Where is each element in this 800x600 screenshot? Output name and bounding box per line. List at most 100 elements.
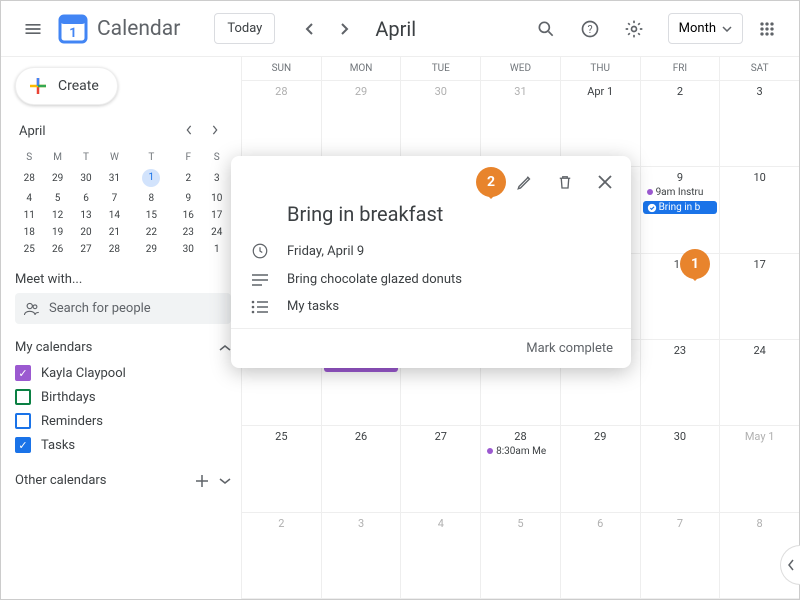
settings-button[interactable] [614,9,654,49]
close-popup-button[interactable] [587,164,623,200]
mini-day[interactable]: 21 [100,224,128,241]
plus-icon[interactable] [195,474,209,488]
day-cell[interactable]: 2 [241,513,321,598]
mini-day[interactable]: 31 [100,166,128,190]
other-calendars-toggle[interactable]: Other calendars [15,473,231,488]
my-calendars-toggle[interactable]: My calendars [15,340,231,355]
view-selector[interactable]: Month [668,13,743,44]
day-number: 24 [720,344,799,357]
day-cell[interactable]: 31 [480,81,560,166]
main-menu-button[interactable] [13,9,53,49]
checkbox[interactable] [15,437,31,453]
checkbox[interactable] [15,365,31,381]
mini-day[interactable]: 28 [100,241,128,258]
checkbox[interactable] [15,413,31,429]
mini-day[interactable]: 29 [129,241,174,258]
day-cell[interactable]: Apr 1 [560,81,640,166]
calendar-item[interactable]: Kayla Claypool [15,361,231,385]
mini-day[interactable]: 26 [43,241,71,258]
mini-day[interactable]: 16 [174,207,202,224]
mini-day[interactable]: 6 [72,190,100,207]
description-icon [251,273,269,287]
mini-day[interactable]: 17 [203,207,232,224]
mini-day[interactable]: 11 [15,207,43,224]
mini-day[interactable]: 29 [43,166,71,190]
day-cell[interactable]: 29 [560,426,640,511]
day-cell[interactable]: May 1 [719,426,799,511]
mini-day[interactable]: 3 [203,166,232,190]
mark-complete-button[interactable]: Mark complete [231,328,631,368]
checkbox[interactable] [15,389,31,405]
mini-day[interactable]: 20 [72,224,100,241]
mini-day[interactable]: 18 [15,224,43,241]
mini-day[interactable]: 10 [203,190,232,207]
mini-day[interactable]: 14 [100,207,128,224]
day-number: 6 [561,517,640,530]
day-cell[interactable]: 28 [241,81,321,166]
mini-day[interactable]: 30 [174,241,202,258]
search-people-placeholder: Search for people [49,301,151,316]
day-cell[interactable]: 2 [640,81,720,166]
event-chip[interactable]: 8:30am Me [483,445,558,458]
mini-day[interactable]: 1 [129,166,174,190]
day-cell[interactable]: 25 [241,426,321,511]
day-cell[interactable]: 24 [719,340,799,425]
mini-day[interactable]: 7 [100,190,128,207]
apps-button[interactable] [747,9,787,49]
day-cell[interactable]: 3 [321,513,401,598]
mini-day[interactable]: 28 [15,166,43,190]
edit-event-button[interactable] [507,164,543,200]
day-cell[interactable]: 7 [640,513,720,598]
today-button[interactable]: Today [214,13,275,44]
mini-prev-button[interactable] [177,119,201,143]
day-cell[interactable]: 99am InstruBring in b [640,167,720,252]
day-cell[interactable]: 288:30am Me [480,426,560,511]
mini-day[interactable]: 22 [129,224,174,241]
event-chip[interactable]: 9am Instru [643,186,718,199]
calendar-item[interactable]: Birthdays [15,385,231,409]
prev-month-button[interactable] [293,13,325,45]
day-cell[interactable]: 26 [321,426,401,511]
day-cell[interactable]: 10 [719,167,799,252]
create-label: Create [58,78,99,94]
event-chip[interactable]: Bring in b [643,201,718,214]
next-month-button[interactable] [329,13,361,45]
mini-calendar[interactable]: SMTWTFS 28293031123456789101112131415161… [15,149,231,258]
mini-day[interactable]: 5 [43,190,71,207]
mini-day[interactable]: 9 [174,190,202,207]
mini-next-button[interactable] [203,119,227,143]
mini-day[interactable]: 25 [15,241,43,258]
mini-day[interactable]: 13 [72,207,100,224]
mini-day[interactable]: 8 [129,190,174,207]
mini-day[interactable]: 12 [43,207,71,224]
day-number: 29 [561,430,640,443]
trash-icon [556,173,574,191]
mini-day[interactable]: 4 [15,190,43,207]
mini-day[interactable]: 30 [72,166,100,190]
mini-day[interactable]: 24 [203,224,232,241]
create-button[interactable]: Create [15,67,118,105]
day-cell[interactable]: 4 [400,513,480,598]
mini-day[interactable]: 19 [43,224,71,241]
help-button[interactable]: ? [570,9,610,49]
mini-day[interactable]: 2 [174,166,202,190]
day-cell[interactable]: 27 [400,426,480,511]
search-people-input[interactable]: Search for people [15,293,231,324]
mini-day[interactable]: 1 [203,241,232,258]
day-cell[interactable]: 29 [321,81,401,166]
mini-day[interactable]: 27 [72,241,100,258]
day-cell[interactable]: 3 [719,81,799,166]
apps-grid-icon [757,19,777,39]
calendar-item[interactable]: Reminders [15,409,231,433]
mini-day[interactable]: 15 [129,207,174,224]
mini-day[interactable]: 23 [174,224,202,241]
day-cell[interactable]: 17 [719,254,799,339]
day-cell[interactable]: 5 [480,513,560,598]
calendar-item[interactable]: Tasks [15,433,231,457]
day-cell[interactable]: 30 [640,426,720,511]
day-cell[interactable]: 23 [640,340,720,425]
day-cell[interactable]: 30 [400,81,480,166]
search-button[interactable] [526,9,566,49]
day-cell[interactable]: 6 [560,513,640,598]
delete-event-button[interactable] [547,164,583,200]
